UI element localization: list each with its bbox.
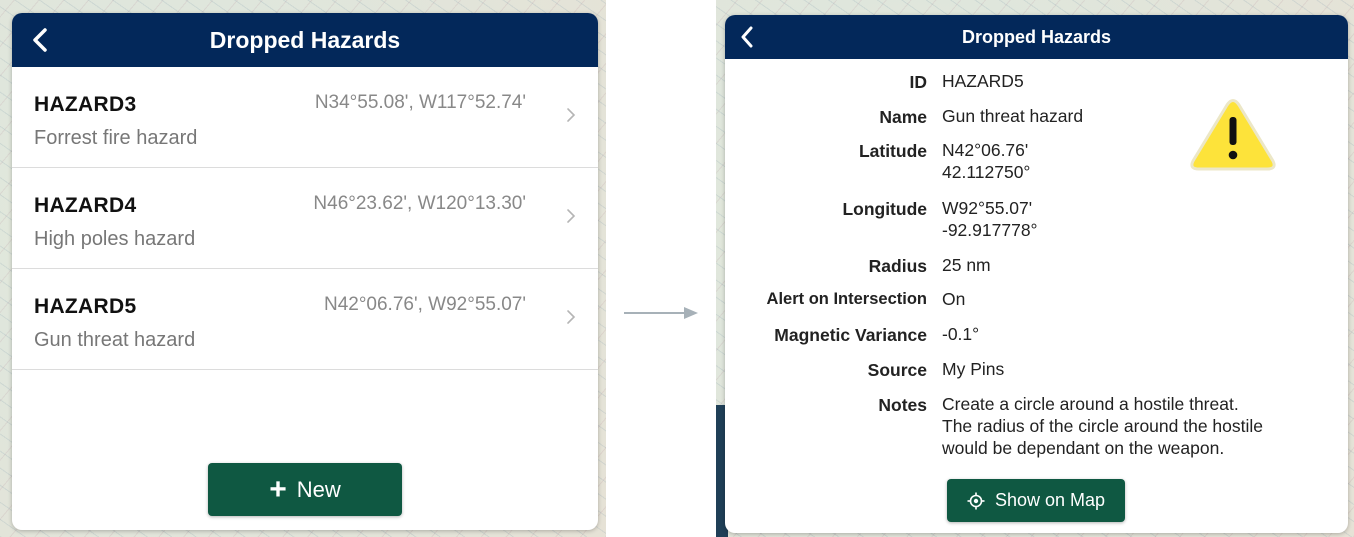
field-label: ID [909, 72, 928, 92]
hazard-name: HAZARD5 [34, 295, 137, 318]
detail-header: Dropped Hazards [725, 15, 1348, 59]
chevron-right-icon [567, 310, 576, 324]
detail-title: Dropped Hazards [961, 26, 1112, 47]
field-value: Create a circle around a hostile threat.… [942, 393, 1263, 459]
field-value: 25 nm [942, 255, 991, 275]
field-value: -0.1° [942, 324, 980, 344]
hazard-coordinates: N34°55.08', W117°52.74' [314, 92, 526, 113]
field-label: Longitude [842, 199, 927, 219]
field-label: Source [867, 360, 927, 380]
field-label: Latitude [858, 141, 927, 161]
hazard-detail-panel: Dropped Hazards ID HAZARD5 Name Gun thre… [725, 15, 1348, 533]
field-label: Magnetic Variance [774, 325, 927, 345]
hazard-name: HAZARD3 [34, 93, 137, 116]
list-item-hazard4[interactable]: HAZARD4 High poles hazard N46°23.62', W1… [12, 168, 598, 269]
warning-triangle-icon [1190, 99, 1276, 171]
hazard-description: Forrest fire hazard [34, 127, 198, 149]
latitude-decimal: 42.112750° [942, 162, 1031, 182]
chevron-right-icon [567, 108, 576, 122]
latitude-dms: N42°06.76' [942, 140, 1029, 160]
new-hazard-button[interactable]: + New [208, 463, 402, 516]
back-button[interactable] [26, 26, 54, 54]
chevron-left-icon [741, 26, 753, 48]
locate-target-icon [967, 492, 985, 509]
longitude-decimal: -92.917778° [942, 220, 1038, 240]
hazard-coordinates: N42°06.76', W92°55.07' [323, 294, 526, 315]
field-value: On [942, 289, 966, 309]
list-item-hazard5[interactable]: HAZARD5 Gun threat hazard N42°06.76', W9… [12, 269, 598, 370]
field-label: Notes [878, 395, 927, 415]
field-value: W92°55.07' -92.917778° [942, 197, 1038, 241]
chevron-right-icon [567, 209, 576, 223]
field-value: HAZARD5 [942, 71, 1024, 91]
hazards-list-panel: Dropped Hazards HAZARD3 Forrest fire haz… [12, 13, 598, 530]
hazard-description: Gun threat hazard [34, 329, 196, 351]
hazard-description: High poles hazard [34, 228, 196, 250]
hazard-coordinates: N46°23.62', W120°13.30' [313, 193, 526, 214]
list-item-hazard3[interactable]: HAZARD3 Forrest fire hazard N34°55.08', … [12, 67, 598, 168]
field-value: My Pins [942, 359, 1005, 379]
field-value: Gun threat hazard [942, 106, 1084, 126]
right-arrow-icon [624, 307, 698, 319]
notes-line: Create a circle around a hostile threat. [942, 394, 1239, 414]
field-label: Radius [868, 256, 927, 276]
list-title: Dropped Hazards [209, 26, 401, 53]
hazard-name: HAZARD4 [34, 194, 137, 217]
field-label: Alert on Intersection [766, 290, 927, 308]
notes-line: would be dependant on the weapon. [942, 438, 1225, 458]
field-label: Name [879, 107, 927, 127]
chevron-left-icon [33, 28, 47, 52]
show-on-map-label: Show on Map [994, 490, 1106, 510]
show-on-map-button[interactable]: Show on Map [947, 479, 1125, 522]
list-header: Dropped Hazards [12, 13, 598, 67]
back-button[interactable] [733, 23, 761, 51]
longitude-dms: W92°55.07' [942, 198, 1033, 218]
field-value: N42°06.76' 42.112750° [942, 139, 1030, 183]
new-button-label: New [296, 476, 341, 502]
plus-icon: + [269, 472, 287, 506]
notes-line: The radius of the circle around the host… [942, 416, 1264, 436]
